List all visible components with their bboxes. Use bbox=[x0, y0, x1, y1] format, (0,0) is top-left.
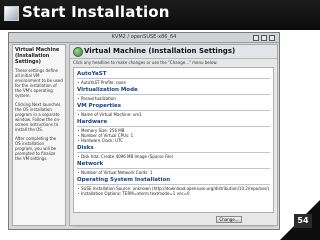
maximize-icon[interactable] bbox=[261, 35, 267, 41]
slide-title-bar: Start Installation bbox=[0, 0, 320, 30]
section-link[interactable]: Disks bbox=[77, 145, 270, 151]
section-vm-properties: VM Properties Name of Virtual Machine: v… bbox=[77, 103, 270, 117]
slide-title: Start Installation bbox=[22, 3, 170, 21]
help-pane: Virtual Machine (Installation Settings) … bbox=[12, 44, 66, 226]
section-link[interactable]: Operating System Installation bbox=[77, 177, 270, 183]
section-divider bbox=[77, 152, 270, 153]
section-link[interactable]: VM Properties bbox=[77, 103, 270, 109]
section-virtualization-mode: Virtualization Mode Paravirtualization bbox=[77, 87, 270, 101]
section-item: Name of Virtual Machine: vm1 bbox=[77, 112, 270, 117]
close-icon[interactable] bbox=[269, 35, 275, 41]
section-autoyast: AutoYaST AutoYaST Profile: none bbox=[77, 71, 270, 85]
section-hardware: Hardware Memory Size: 256 MB Number of V… bbox=[77, 119, 270, 143]
section-disks: Disks Disk hda: Create 4096 MB Image (Sp… bbox=[77, 145, 270, 159]
section-divider bbox=[77, 110, 270, 111]
page-number: 54 bbox=[294, 214, 312, 228]
help-paragraph: These settings define all initial VM env… bbox=[15, 68, 63, 98]
yast-window: KVM2 / openSUSE-x86_64 Virtual Machine (… bbox=[8, 32, 280, 230]
section-link[interactable]: AutoYaST bbox=[77, 71, 270, 77]
section-item: Paravirtualization bbox=[77, 96, 270, 101]
section-divider bbox=[77, 126, 270, 127]
section-divider bbox=[77, 168, 270, 169]
section-link[interactable]: Hardware bbox=[77, 119, 270, 125]
section-network: Network Number of Virtual Network Cards:… bbox=[77, 161, 270, 175]
settings-title: Virtual Machine (Installation Settings) bbox=[84, 47, 236, 55]
yast-icon bbox=[73, 47, 83, 57]
section-divider bbox=[77, 184, 270, 185]
installation-summary: AutoYaST AutoYaST Profile: none Virtuali… bbox=[73, 67, 274, 213]
slide-logo-icon bbox=[4, 6, 19, 21]
section-divider bbox=[77, 94, 270, 95]
window-title: KVM2 / openSUSE-x86_64 bbox=[111, 34, 177, 40]
section-item: Installation Options: TERM=xterm textmod… bbox=[77, 191, 270, 196]
section-item: Disk hda: Create 4096 MB Image (Sparse F… bbox=[77, 154, 270, 159]
bottom-divider bbox=[73, 226, 274, 227]
help-paragraph: After completing the OS installation pro… bbox=[15, 136, 57, 161]
section-link[interactable]: Network bbox=[77, 161, 270, 167]
window-titlebar: KVM2 / openSUSE-x86_64 bbox=[9, 33, 279, 43]
help-paragraph: Clicking Next launches the OS installati… bbox=[15, 102, 61, 132]
section-item: Number of Virtual Network Cards: 1 bbox=[77, 170, 270, 175]
section-item: AutoYaST Profile: none bbox=[77, 80, 270, 85]
minimize-icon[interactable] bbox=[253, 35, 259, 41]
section-item: Hardware Clock: UTC bbox=[77, 138, 270, 143]
instructions-text: Click any headline to make changes or us… bbox=[73, 60, 218, 65]
settings-pane: Virtual Machine (Installation Settings) … bbox=[69, 44, 278, 227]
section-divider bbox=[77, 78, 270, 79]
settings-header: Virtual Machine (Installation Settings) bbox=[70, 45, 277, 59]
change-button[interactable]: Change... bbox=[216, 216, 242, 223]
help-heading: Virtual Machine (Installation Settings) bbox=[15, 47, 60, 65]
section-os-installation: Operating System Installation SUSE Insta… bbox=[77, 177, 270, 196]
section-link[interactable]: Virtualization Mode bbox=[77, 87, 270, 93]
